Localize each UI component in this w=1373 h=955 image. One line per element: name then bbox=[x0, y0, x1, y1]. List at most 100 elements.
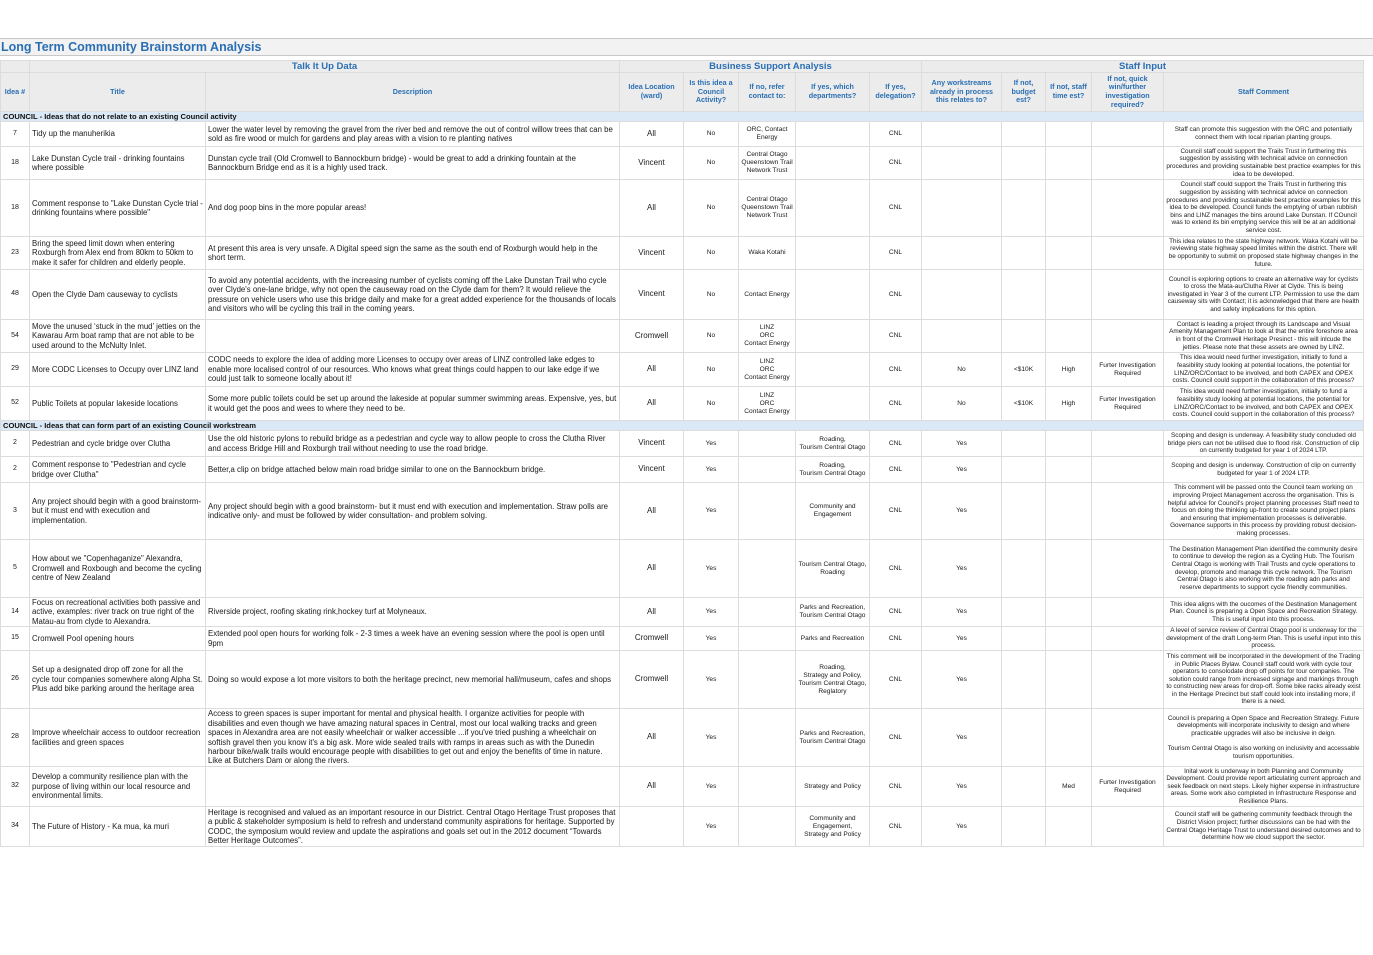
row-departments[interactable]: Parks and Recreation, Tourism Central Ot… bbox=[795, 708, 870, 767]
row-budget[interactable] bbox=[1001, 708, 1046, 767]
row-refer-contact[interactable] bbox=[738, 539, 796, 598]
table-row[interactable]: 15 Cromwell Pool opening hours Extended po… bbox=[0, 626, 1364, 651]
row-quick-win[interactable]: Furter Investigation Required bbox=[1091, 766, 1164, 807]
row-council-activity[interactable]: No bbox=[683, 179, 739, 237]
row-description[interactable]: Better,a clip on bridge attached below m… bbox=[205, 456, 620, 483]
row-refer-contact[interactable] bbox=[738, 650, 796, 709]
col-header-workstreams[interactable]: Any workstreams already in process this … bbox=[921, 72, 1002, 112]
row-delegation[interactable]: CNL bbox=[869, 539, 922, 598]
row-title[interactable]: Cromwell Pool opening hours bbox=[29, 626, 206, 651]
row-staff-comment[interactable]: This idea would need further investigati… bbox=[1163, 386, 1364, 421]
row-staff-comment[interactable]: A level of service review of Central Ota… bbox=[1163, 626, 1364, 651]
row-description[interactable]: Lower the water level by removing the gr… bbox=[205, 121, 620, 147]
row-council-activity[interactable]: Yes bbox=[683, 430, 739, 457]
row-council-activity[interactable]: Yes bbox=[683, 482, 739, 540]
row-budget[interactable] bbox=[1001, 766, 1046, 807]
row-location[interactable]: All bbox=[619, 352, 684, 387]
row-idea-number[interactable]: 7 bbox=[0, 121, 30, 147]
row-refer-contact[interactable] bbox=[738, 626, 796, 651]
row-title[interactable]: The Future of History - Ka mua, ka muri bbox=[29, 806, 206, 847]
row-council-activity[interactable]: No bbox=[683, 352, 739, 387]
row-description[interactable] bbox=[205, 539, 620, 598]
row-council-activity[interactable]: Yes bbox=[683, 766, 739, 807]
row-idea-number[interactable]: 2 bbox=[0, 430, 30, 457]
row-staff-comment[interactable]: Scoping and design is underway. Construc… bbox=[1163, 456, 1364, 483]
row-description[interactable]: And dog poop bins in the more popular ar… bbox=[205, 179, 620, 237]
table-row[interactable]: 3 Any project should begin with a good br… bbox=[0, 482, 1364, 540]
row-title[interactable]: Move the unused ‘stuck in the mud’ jetti… bbox=[29, 319, 206, 353]
row-delegation[interactable]: CNL bbox=[869, 179, 922, 237]
row-staff-comment[interactable]: Inital work is underway in both Planning… bbox=[1163, 766, 1364, 807]
col-header-description[interactable]: Description bbox=[205, 72, 620, 112]
col-header-idea[interactable]: Idea # bbox=[0, 72, 30, 112]
row-description[interactable]: Riverside project, roofing skating rink,… bbox=[205, 597, 620, 627]
row-council-activity[interactable]: Yes bbox=[683, 708, 739, 767]
row-quick-win[interactable] bbox=[1091, 626, 1164, 651]
row-description[interactable]: At present this area is very unsafe. A D… bbox=[205, 236, 620, 270]
row-idea-number[interactable]: 29 bbox=[0, 352, 30, 387]
table-row[interactable]: 18 Comment response to "Lake Dunstan Cycl… bbox=[0, 179, 1364, 237]
table-row[interactable]: 54 Move the unused ‘stuck in the mud’ jet… bbox=[0, 319, 1364, 353]
col-header-location[interactable]: Idea Location (ward) bbox=[619, 72, 684, 112]
row-quick-win[interactable] bbox=[1091, 597, 1164, 627]
row-title[interactable]: Pedestrian and cycle bridge over Clutha bbox=[29, 430, 206, 457]
row-quick-win[interactable] bbox=[1091, 121, 1164, 147]
row-description[interactable]: CODC needs to explore the idea of adding… bbox=[205, 352, 620, 387]
table-row[interactable]: 5 How about we "Copenhaganize" Alexandra,… bbox=[0, 539, 1364, 598]
row-staff-comment[interactable]: This idea would need further investigati… bbox=[1163, 352, 1364, 387]
row-workstreams[interactable]: Yes bbox=[921, 626, 1002, 651]
row-council-activity[interactable]: No bbox=[683, 319, 739, 353]
row-quick-win[interactable]: Furter Investigation Required bbox=[1091, 386, 1164, 421]
row-staff-comment[interactable]: This comment will be incorporated in the… bbox=[1163, 650, 1364, 709]
row-council-activity[interactable]: No bbox=[683, 386, 739, 421]
row-refer-contact[interactable] bbox=[738, 482, 796, 540]
row-idea-number[interactable]: 26 bbox=[0, 650, 30, 709]
row-departments[interactable] bbox=[795, 352, 870, 387]
row-departments[interactable]: Community and Engagement bbox=[795, 482, 870, 540]
row-idea-number[interactable]: 18 bbox=[0, 179, 30, 237]
row-workstreams[interactable]: No bbox=[921, 386, 1002, 421]
row-workstreams[interactable]: Yes bbox=[921, 456, 1002, 483]
row-location[interactable]: Vincent bbox=[619, 456, 684, 483]
row-refer-contact[interactable]: Contact Energy bbox=[738, 269, 796, 320]
row-staff-time[interactable] bbox=[1045, 319, 1092, 353]
row-description[interactable] bbox=[205, 319, 620, 353]
row-staff-time[interactable] bbox=[1045, 482, 1092, 540]
row-budget[interactable] bbox=[1001, 319, 1046, 353]
table-row[interactable]: 14 Focus on recreational activities both … bbox=[0, 597, 1364, 627]
row-delegation[interactable]: CNL bbox=[869, 319, 922, 353]
row-budget[interactable] bbox=[1001, 456, 1046, 483]
row-budget[interactable]: <$10K bbox=[1001, 352, 1046, 387]
row-idea-number[interactable]: 3 bbox=[0, 482, 30, 540]
row-quick-win[interactable] bbox=[1091, 708, 1164, 767]
row-budget[interactable] bbox=[1001, 179, 1046, 237]
row-refer-contact[interactable]: LINZ ORC Contact Energy bbox=[738, 319, 796, 353]
row-budget[interactable] bbox=[1001, 269, 1046, 320]
row-workstreams[interactable] bbox=[921, 121, 1002, 147]
row-budget[interactable] bbox=[1001, 121, 1046, 147]
row-quick-win[interactable] bbox=[1091, 482, 1164, 540]
row-idea-number[interactable]: 14 bbox=[0, 597, 30, 627]
row-workstreams[interactable]: No bbox=[921, 352, 1002, 387]
row-idea-number[interactable]: 52 bbox=[0, 386, 30, 421]
row-workstreams[interactable]: Yes bbox=[921, 708, 1002, 767]
row-delegation[interactable]: CNL bbox=[869, 708, 922, 767]
row-delegation[interactable]: CNL bbox=[869, 430, 922, 457]
row-location[interactable]: Vincent bbox=[619, 269, 684, 320]
row-staff-comment[interactable]: The Destination Management Plan identifi… bbox=[1163, 539, 1364, 598]
row-delegation[interactable]: CNL bbox=[869, 650, 922, 709]
row-staff-time[interactable] bbox=[1045, 456, 1092, 483]
row-description[interactable]: Extended pool open hours for working fol… bbox=[205, 626, 620, 651]
row-staff-comment[interactable]: Council staff could support the Trails T… bbox=[1163, 146, 1364, 180]
row-workstreams[interactable]: Yes bbox=[921, 597, 1002, 627]
row-idea-number[interactable]: 5 bbox=[0, 539, 30, 598]
row-workstreams[interactable] bbox=[921, 269, 1002, 320]
row-refer-contact[interactable]: Central Otago Queenstown Trail Network T… bbox=[738, 179, 796, 237]
row-refer-contact[interactable] bbox=[738, 766, 796, 807]
row-budget[interactable] bbox=[1001, 650, 1046, 709]
row-budget[interactable] bbox=[1001, 146, 1046, 180]
row-council-activity[interactable]: Yes bbox=[683, 650, 739, 709]
row-staff-comment[interactable]: Scoping and design is underway. A feasib… bbox=[1163, 430, 1364, 457]
row-departments[interactable]: Roading, Strategy and Policy, Tourism Ce… bbox=[795, 650, 870, 709]
col-header-budget[interactable]: If not, budget est? bbox=[1001, 72, 1046, 112]
